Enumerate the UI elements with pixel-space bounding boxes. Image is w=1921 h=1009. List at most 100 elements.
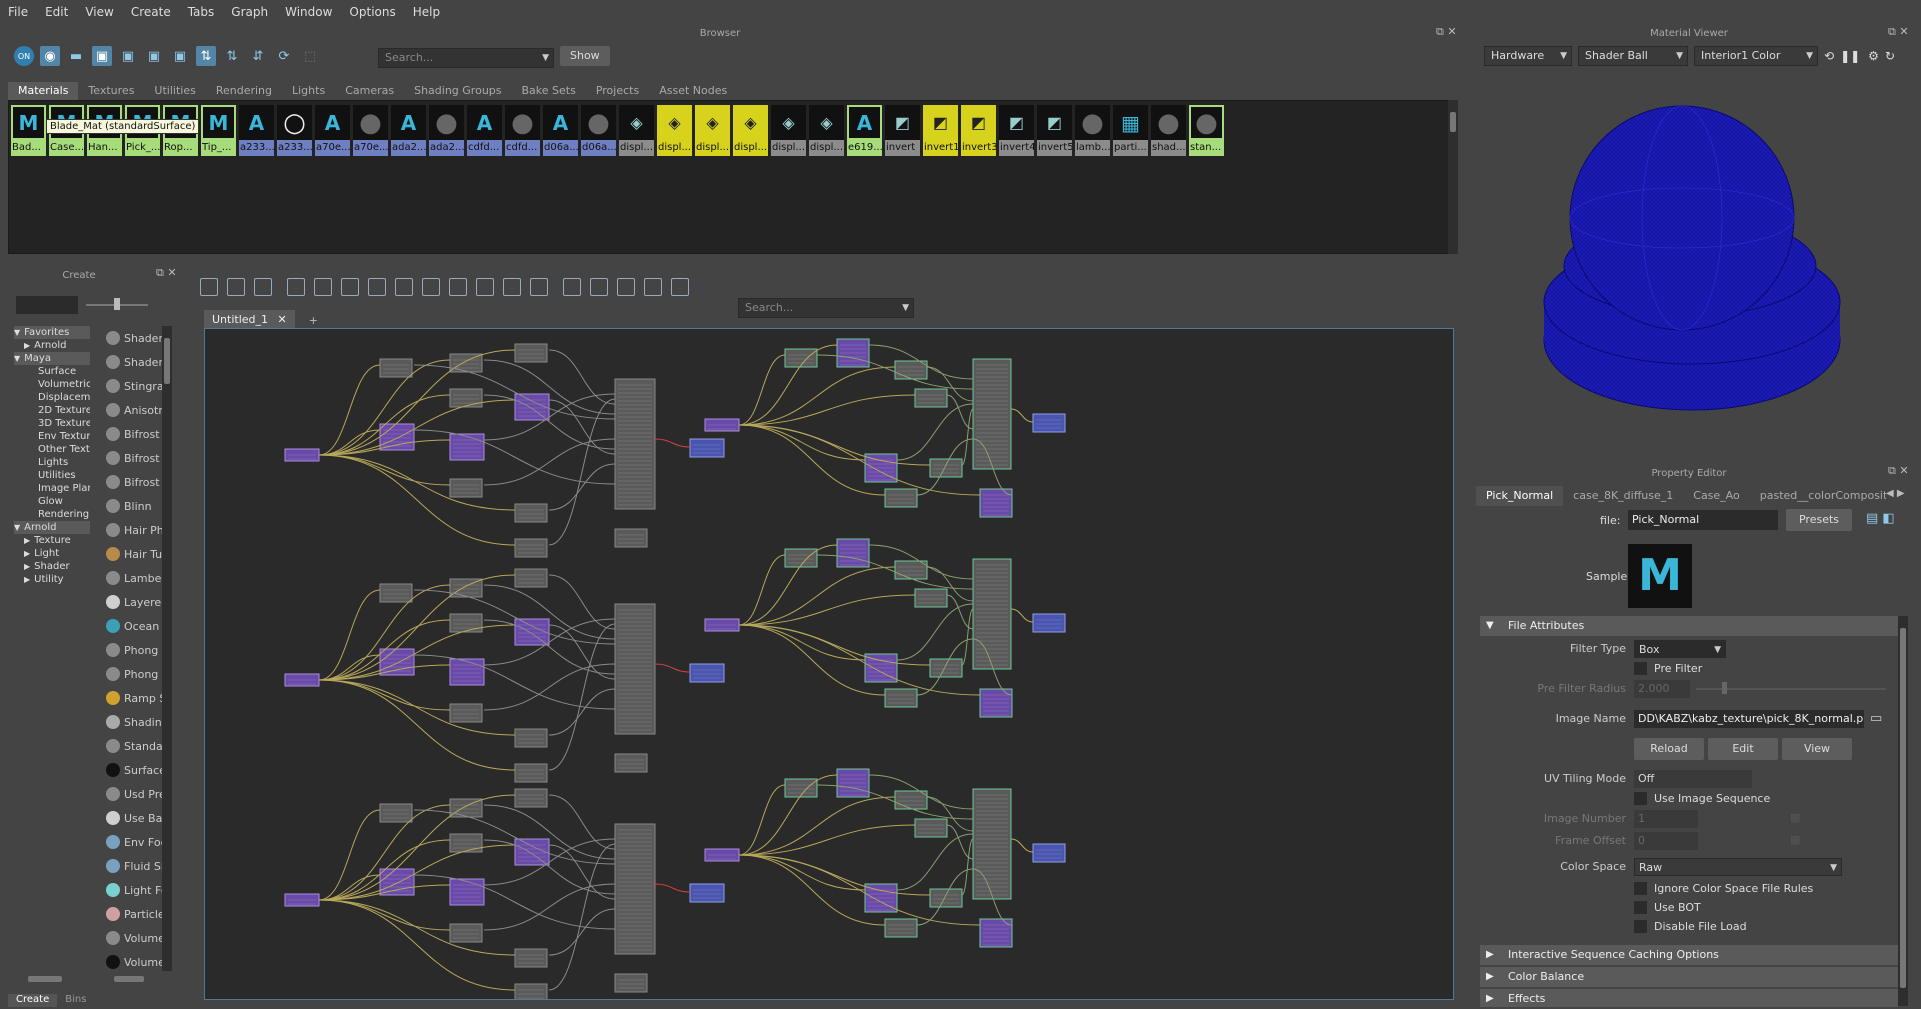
create-node-item[interactable]: Phong E — [100, 662, 162, 686]
shading-group-node[interactable] — [1032, 413, 1066, 433]
material-swatch[interactable]: ◈ displ... — [733, 105, 768, 157]
material-swatch[interactable]: M Tip_... — [201, 105, 236, 157]
utility-node[interactable] — [614, 753, 648, 773]
material-viewer[interactable] — [1474, 72, 1904, 452]
expand-right-icon[interactable]: ▶ — [24, 536, 30, 545]
uv-tiling-select[interactable]: Off — [1634, 770, 1752, 788]
shading-group-node[interactable] — [1032, 843, 1066, 863]
menu-window[interactable]: Window — [285, 5, 332, 19]
material-swatch[interactable]: ● shad... — [1151, 105, 1186, 157]
effects-section[interactable]: ▶ Effects — [1480, 989, 1898, 1007]
create-node-item[interactable]: Surface — [100, 758, 162, 782]
viewer-settings-icon[interactable]: ⚙ — [1868, 49, 1879, 63]
material-swatch[interactable]: ● ada2... — [429, 105, 464, 157]
utility-node[interactable] — [514, 538, 548, 558]
utility-node[interactable] — [514, 948, 548, 968]
material-swatch[interactable]: ◩ invert4 — [999, 105, 1034, 157]
filter-type-select[interactable]: Box — [1634, 640, 1726, 658]
show-button[interactable]: Show — [560, 46, 610, 66]
xl-icon-view-icon[interactable]: ▣ — [170, 46, 190, 66]
browser-tab-projects[interactable]: Projects — [586, 82, 649, 100]
renderer-select[interactable]: Hardware — [1484, 46, 1572, 66]
list-view-icon[interactable]: ▬ — [66, 46, 86, 66]
create-category-item[interactable]: Rendering — [14, 508, 90, 521]
utility-node[interactable] — [614, 973, 648, 993]
create-node-item[interactable]: Fluid Sh — [100, 854, 162, 878]
create-category-item[interactable]: ▼ Favorites — [14, 326, 90, 339]
browser-tab-asset-nodes[interactable]: Asset Nodes — [649, 82, 737, 100]
utility-node[interactable] — [614, 528, 648, 548]
property-scrollbar[interactable] — [1898, 616, 1908, 1006]
create-filter-input[interactable] — [16, 296, 78, 314]
highlight-icon[interactable] — [644, 278, 662, 296]
create-category-item[interactable]: Volumetric — [14, 378, 90, 391]
menu-graph[interactable]: Graph — [231, 5, 268, 19]
material-swatch[interactable]: ◩ invert1 — [923, 105, 958, 157]
material-swatch[interactable]: Ae619... — [847, 105, 882, 157]
viewer-rotate-icon[interactable]: ↻ — [1885, 49, 1895, 63]
shading-group-node[interactable] — [1032, 613, 1066, 633]
create-node-item[interactable]: Phong — [100, 638, 162, 662]
material-swatch[interactable]: Acdfd... — [467, 105, 502, 157]
material-swatch[interactable]: ◩ invert5 — [1037, 105, 1072, 157]
create-node-item[interactable]: Lambert — [100, 566, 162, 590]
shading-group-node[interactable] — [689, 438, 725, 458]
create-category-item[interactable]: ▶ Texture — [14, 534, 90, 547]
menu-options[interactable]: Options — [349, 5, 395, 19]
create-node-item[interactable]: Ocean S — [100, 614, 162, 638]
create-node-item[interactable]: Blinn — [100, 494, 162, 518]
material-swatch[interactable]: Aada2... — [391, 105, 426, 157]
create-category-item[interactable]: Surface — [14, 365, 90, 378]
browser-tab-materials[interactable]: Materials — [8, 82, 79, 100]
file-texture-node[interactable] — [884, 688, 918, 708]
input-connections-icon[interactable] — [227, 278, 245, 296]
presets-button[interactable]: Presets — [1786, 509, 1852, 531]
menu-create[interactable]: Create — [131, 5, 171, 19]
create-node-item[interactable]: Volume — [100, 950, 162, 971]
browser-float-icon[interactable]: ⧉ ✕ — [1436, 25, 1457, 39]
pin-icon[interactable] — [563, 278, 581, 296]
utility-node[interactable] — [514, 728, 548, 748]
add-tab-icon[interactable]: + — [309, 314, 318, 327]
file-texture-node[interactable] — [894, 790, 928, 810]
create-node-hscroll[interactable] — [100, 974, 162, 984]
browser-tab-textures[interactable]: Textures — [78, 82, 144, 100]
layout-full-icon[interactable] — [476, 278, 494, 296]
create-node-item[interactable]: Light Fo — [100, 878, 162, 902]
create-node-item[interactable]: Ramp S — [100, 686, 162, 710]
expand-down-icon[interactable]: ▼ — [14, 328, 20, 337]
sort-name-icon[interactable]: ⇅ — [196, 46, 216, 66]
utility-node[interactable] — [449, 833, 483, 853]
create-size-slider-handle[interactable] — [114, 298, 120, 310]
add-selected-icon[interactable] — [368, 278, 386, 296]
expand-right-icon[interactable]: ▶ — [24, 575, 30, 584]
interactive-caching-section[interactable]: ▶ Interactive Sequence Caching Options — [1480, 945, 1898, 965]
material-swatch[interactable]: ◩ invert3 — [961, 105, 996, 157]
menu-view[interactable]: View — [85, 5, 113, 19]
menu-help[interactable]: Help — [413, 5, 440, 19]
graph-search-input[interactable]: Search... — [738, 298, 914, 318]
utility-node[interactable] — [449, 923, 483, 943]
material-swatch[interactable]: ● cdfd... — [505, 105, 540, 157]
shading-group-node[interactable] — [689, 883, 725, 903]
layout-simple-icon[interactable] — [422, 278, 440, 296]
create-node-item[interactable]: Anisotro — [100, 398, 162, 422]
create-node-item[interactable]: Shading — [100, 710, 162, 734]
property-close-icon[interactable]: ⧉ ✕ — [1888, 464, 1909, 478]
filter-icon[interactable]: ⬚ — [300, 46, 320, 66]
bookmark-icon[interactable] — [671, 278, 689, 296]
file-texture-node[interactable] — [884, 488, 918, 508]
browser-tab-bake-sets[interactable]: Bake Sets — [512, 82, 586, 100]
expand-down-icon[interactable]: ▼ — [14, 523, 20, 532]
image-name-field[interactable]: DD\KABZ\kabz_texture\pick_8K_normal.png — [1634, 710, 1864, 728]
utility-node[interactable] — [449, 478, 483, 498]
create-category-item[interactable]: 3D Texture — [14, 417, 90, 430]
material-swatch[interactable]: ◈ displ... — [657, 105, 692, 157]
reload-button[interactable]: Reload — [1634, 738, 1704, 760]
pre-filter-radius-handle[interactable] — [1722, 682, 1727, 694]
create-category-item[interactable]: Image Plar — [14, 482, 90, 495]
create-node-item[interactable]: Env Fog — [100, 830, 162, 854]
close-tab-icon[interactable]: ✕ — [278, 313, 287, 326]
create-node-item[interactable]: Standar — [100, 734, 162, 758]
browser-tab-utilities[interactable]: Utilities — [144, 82, 205, 100]
